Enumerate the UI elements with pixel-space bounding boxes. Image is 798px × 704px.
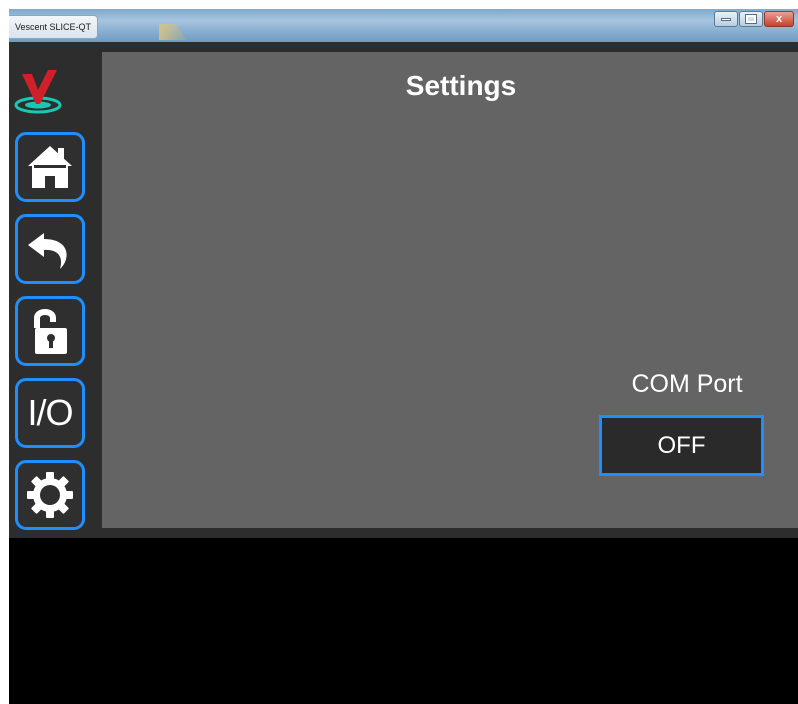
maximize-icon <box>745 14 757 24</box>
back-arrow-icon <box>28 233 67 269</box>
com-port-label: COM Port <box>631 370 743 398</box>
title-bar-decoration <box>159 24 187 40</box>
gear-icon <box>27 472 73 518</box>
sidebar-item-home[interactable] <box>15 132 85 202</box>
minimize-button[interactable] <box>714 11 738 27</box>
app-body: I/O Settings COM Port OFF <box>9 42 798 538</box>
close-button[interactable]: x <box>764 11 794 27</box>
close-icon: x <box>775 12 783 25</box>
maximize-button[interactable] <box>739 11 763 27</box>
sidebar-item-settings[interactable] <box>15 460 85 530</box>
sidebar-item-back[interactable] <box>15 214 85 284</box>
unlocked-padlock-icon <box>34 309 67 354</box>
minimize-icon <box>721 17 731 21</box>
window-controls: x <box>714 11 794 27</box>
settings-panel: Settings COM Port OFF <box>102 52 798 528</box>
io-label: I/O <box>27 392 73 433</box>
app-window: Vescent SLICE-QT x I/O Settings COM Port… <box>9 9 798 704</box>
empty-black-area <box>9 538 798 704</box>
window-title: Vescent SLICE-QT <box>9 15 99 39</box>
title-bar[interactable]: Vescent SLICE-QT x <box>9 9 798 42</box>
home-icon <box>28 146 72 188</box>
vescent-logo-icon <box>14 70 62 114</box>
sidebar-item-io[interactable]: I/O <box>15 378 85 448</box>
page-title: Settings <box>405 70 517 101</box>
sidebar: I/O <box>9 52 91 538</box>
sidebar-item-lock[interactable] <box>15 296 85 366</box>
com-port-toggle-button[interactable]: OFF <box>599 415 764 476</box>
